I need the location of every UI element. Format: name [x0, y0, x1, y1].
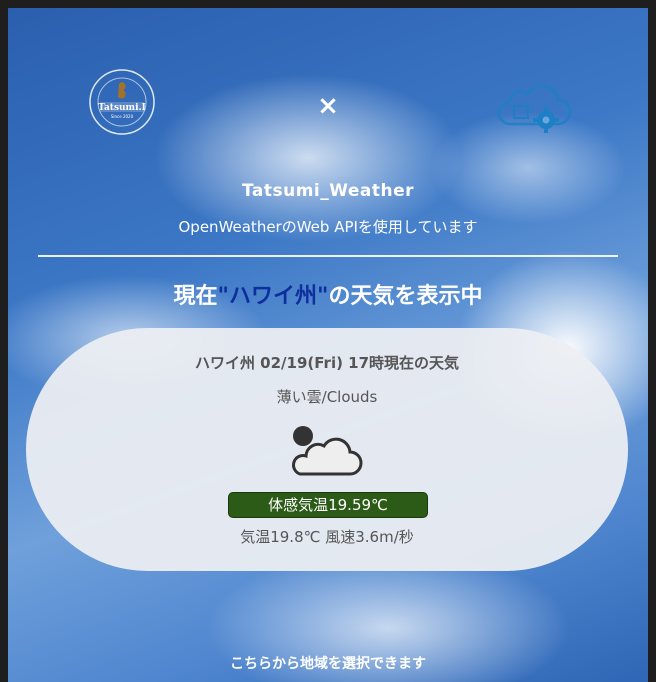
select-region-link[interactable]: こちらから地域を選択できます [8, 653, 648, 673]
close-button[interactable]: × [314, 92, 342, 120]
weather-description: 薄い雲/Clouds [276, 388, 378, 406]
app-title: Tatsumi_Weather [241, 181, 415, 201]
headline-suffix: の天気を表示中 [328, 284, 483, 309]
svg-text:Tatsumi.I: Tatsumi.I [98, 103, 146, 113]
divider [38, 255, 618, 257]
cloud-gear-icon [496, 80, 576, 140]
weather-detail: 気温19.8℃ 風速3.6m/秒 [240, 528, 414, 546]
current-location-headline: 現在"ハワイ州"の天気を表示中 [8, 278, 648, 310]
headline-place: "ハワイ州" [217, 284, 329, 309]
feels-like-badge: 体感気温19.59℃ [228, 492, 428, 518]
app-frame: Tatsumi.I Since 2020 × Tatsumi_Weather O… [8, 8, 648, 682]
headline-prefix: 現在 [173, 284, 218, 309]
partly-cloudy-icon [290, 424, 364, 482]
tatsumi-logo-icon: Tatsumi.I Since 2020 [86, 66, 158, 138]
weather-title: ハワイ州 02/19(Fri) 17時現在の天気 [194, 354, 460, 372]
weather-card: ハワイ州 02/19(Fri) 17時現在の天気 薄い雲/Clouds 体感気温… [26, 328, 628, 571]
svg-text:Since 2020: Since 2020 [111, 114, 134, 119]
app-subtitle: OpenWeatherのWeb APIを使用しています [178, 218, 478, 236]
